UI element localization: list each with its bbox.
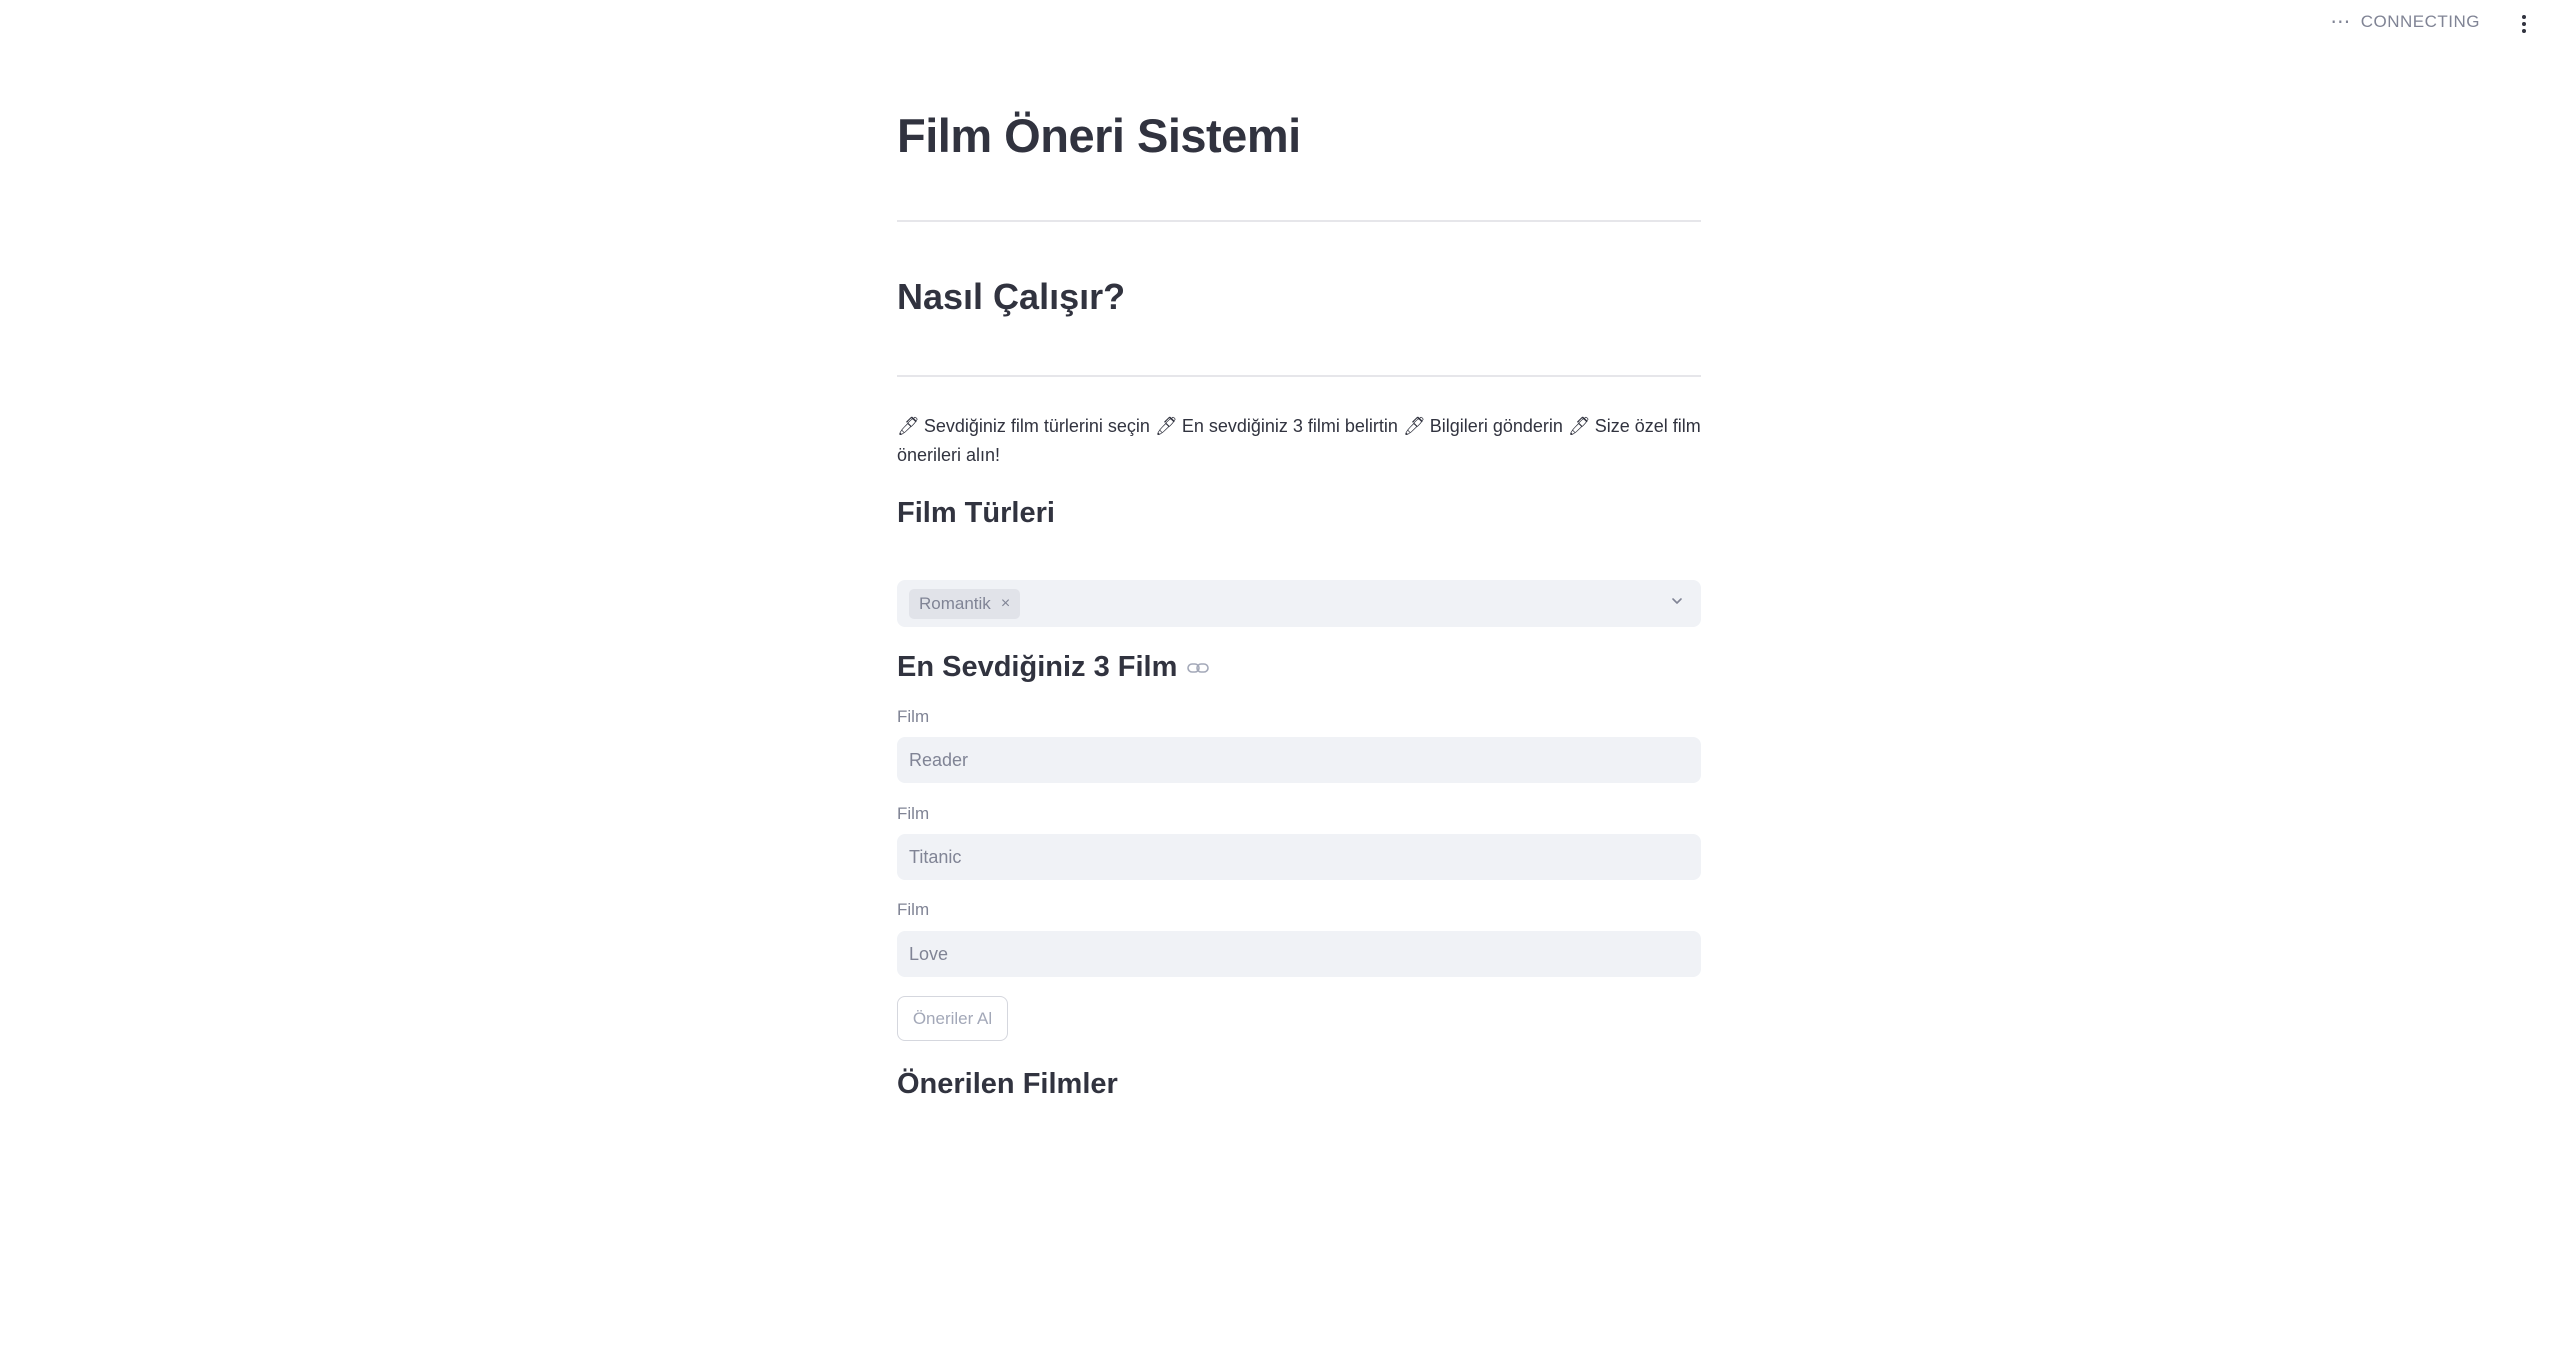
- film-field-1-label: Film: [897, 707, 930, 726]
- film-field-2-label: Film: [897, 804, 930, 823]
- favorites-heading-text: En Sevdiğiniz 3 Film: [897, 651, 1178, 683]
- step-1: Sevdiğiniz film türlerini seçin: [923, 416, 1150, 436]
- ellipsis-icon: ⋯: [2330, 11, 2351, 33]
- selected-genre-tag: Romantik ×: [909, 588, 1021, 619]
- recommendations-heading: Önerilen Filmler: [897, 1068, 1118, 1100]
- remove-tag-icon[interactable]: ×: [1001, 595, 1010, 613]
- film-input-2[interactable]: [897, 834, 1701, 880]
- instructions-text: 🖊 Sevdiğiniz film türlerini seçin 🖊 En sev…: [897, 412, 1701, 470]
- film-field-3-label: Film: [897, 900, 930, 919]
- film-input-3[interactable]: [897, 931, 1701, 977]
- main-menu-button[interactable]: [2510, 8, 2538, 40]
- selected-genre-label: Romantik: [919, 593, 991, 613]
- genres-heading: Film Türleri: [897, 497, 1055, 529]
- divider: [897, 220, 1701, 222]
- genre-multiselect[interactable]: Romantik ×: [897, 580, 1701, 627]
- link-icon[interactable]: [1187, 661, 1210, 675]
- step-3: Bilgileri gönderin: [1429, 416, 1563, 436]
- kebab-menu-icon: [2522, 15, 2526, 19]
- how-it-works-heading: Nasıl Çalışır?: [897, 276, 1126, 317]
- connection-status-text: CONNECTING: [2360, 12, 2480, 31]
- step-2: En sevdiğiniz 3 filmi belirtin: [1181, 416, 1398, 436]
- pen-icon: 🖊: [1154, 416, 1178, 436]
- film-input-1[interactable]: [897, 737, 1701, 783]
- pen-icon: 🖊: [897, 416, 920, 436]
- get-recommendations-button[interactable]: Öneriler Al: [897, 996, 1008, 1041]
- divider: [897, 375, 1701, 377]
- connection-status: ⋯ CONNECTING: [2330, 12, 2480, 32]
- page-title: Film Öneri Sistemi: [897, 109, 1301, 162]
- pen-icon: 🖊: [1567, 416, 1591, 436]
- pen-icon: 🖊: [1402, 416, 1426, 436]
- chevron-down-icon[interactable]: [1671, 595, 1683, 607]
- favorites-heading: En Sevdiğiniz 3 Film: [897, 651, 1210, 684]
